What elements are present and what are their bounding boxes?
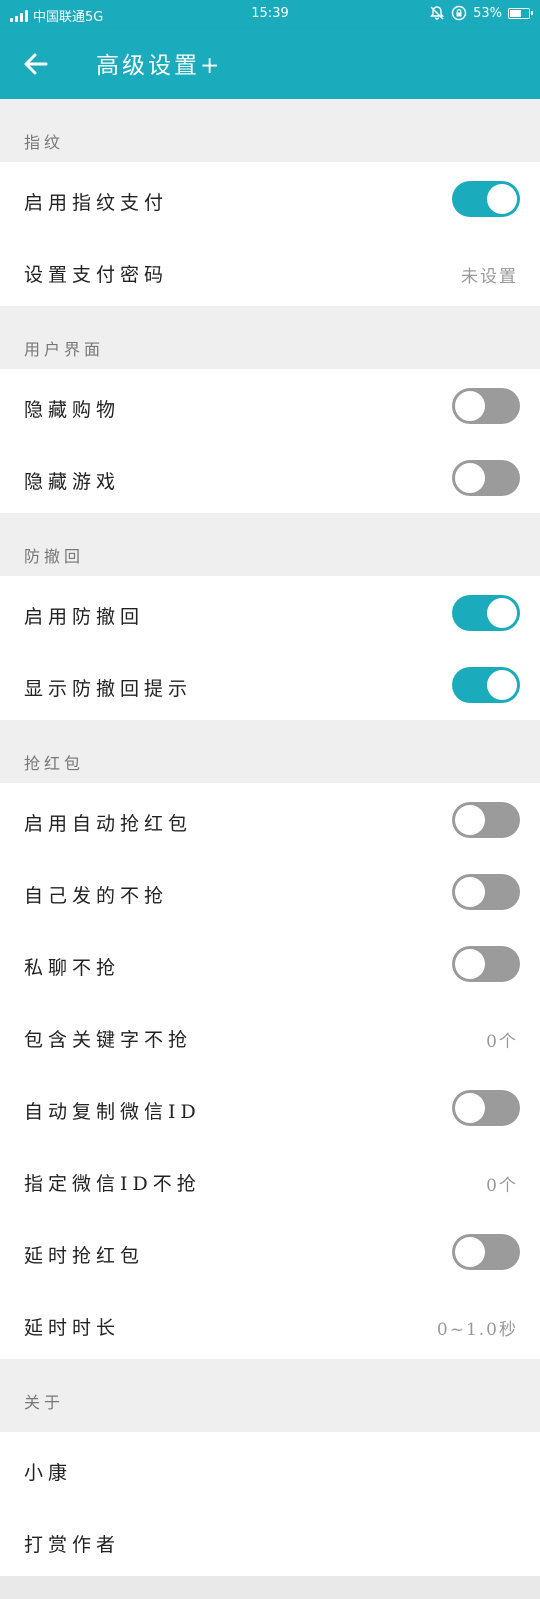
- row-delay-duration[interactable]: 延时时长 0~1.0秒: [0, 1287, 540, 1359]
- row-enable-fingerprint-pay[interactable]: 启用指纹支付: [0, 162, 540, 234]
- row-auto-grab-red-packet[interactable]: 启用自动抢红包: [0, 783, 540, 855]
- page-title: 高级设置+: [96, 53, 223, 79]
- row-label: 设置支付密码: [24, 264, 169, 286]
- row-author[interactable]: 小康: [0, 1432, 540, 1504]
- toggle-knob: [455, 877, 485, 907]
- section-header-about: 关于: [0, 1359, 540, 1422]
- toggle-knob: [487, 184, 517, 214]
- toggle-switch[interactable]: [452, 946, 520, 982]
- battery-icon: [508, 7, 533, 19]
- battery-percent: 53%: [473, 5, 502, 21]
- section-header-anti-recall: 防撤回: [0, 513, 540, 576]
- toggle-knob: [455, 391, 485, 421]
- row-label: 隐藏游戏: [24, 471, 121, 493]
- row-value: 0~1.0秒: [436, 1320, 518, 1340]
- toggle-switch[interactable]: [452, 460, 520, 496]
- toggle-knob: [487, 670, 517, 700]
- status-bar: 中国联通5G 15:39 53%: [0, 0, 540, 28]
- row-label: 包含关键字不抢: [24, 1029, 193, 1051]
- toggle-knob: [455, 949, 485, 979]
- toggle-switch[interactable]: [452, 388, 520, 424]
- toggle-switch[interactable]: [452, 874, 520, 910]
- section-header-ui: 用户界面: [0, 306, 540, 369]
- toggle-switch[interactable]: [452, 1234, 520, 1270]
- row-donate-author[interactable]: 打赏作者: [0, 1504, 540, 1576]
- toggle-knob: [487, 598, 517, 628]
- row-label: 打赏作者: [24, 1534, 121, 1556]
- toggle-switch[interactable]: [452, 802, 520, 838]
- back-button[interactable]: [16, 44, 56, 84]
- section-header-red-packet: 抢红包: [0, 720, 540, 783]
- status-right: 53%: [429, 5, 533, 21]
- row-value: 0个: [486, 1032, 518, 1052]
- row-label: 指定微信ID不抢: [24, 1173, 201, 1195]
- toggle-knob: [455, 463, 485, 493]
- row-label: 自己发的不抢: [24, 885, 169, 907]
- mute-bell-icon: [430, 6, 444, 20]
- toggle-switch[interactable]: [452, 181, 520, 217]
- row-hide-games[interactable]: 隐藏游戏: [0, 441, 540, 513]
- arrow-left-icon: [24, 53, 48, 75]
- section-title: 关于: [24, 1393, 65, 1412]
- section-title: 用户界面: [24, 340, 105, 359]
- row-delay-grab[interactable]: 延时抢红包: [0, 1215, 540, 1287]
- row-set-pay-password[interactable]: 设置支付密码 未设置: [0, 234, 540, 306]
- row-skip-wechat-ids[interactable]: 指定微信ID不抢 0个: [0, 1143, 540, 1215]
- toggle-switch[interactable]: [452, 667, 520, 703]
- row-skip-private-chat[interactable]: 私聊不抢: [0, 927, 540, 999]
- battery-level: [510, 9, 521, 17]
- toggle-switch[interactable]: [452, 595, 520, 631]
- row-label: 启用指纹支付: [24, 192, 169, 214]
- row-label: 私聊不抢: [24, 957, 121, 979]
- row-label: 显示防撤回提示: [24, 678, 193, 700]
- row-label: 启用防撤回: [24, 606, 145, 628]
- row-label: 自动复制微信ID: [24, 1101, 201, 1123]
- row-hide-shopping[interactable]: 隐藏购物: [0, 369, 540, 441]
- row-skip-keywords[interactable]: 包含关键字不抢 0个: [0, 999, 540, 1071]
- toggle-knob: [455, 1093, 485, 1123]
- bottom-spacer: [0, 1576, 540, 1599]
- section-title: 抢红包: [24, 754, 85, 773]
- toggle-knob: [455, 805, 485, 835]
- toggle-switch[interactable]: [452, 1090, 520, 1126]
- section-title: 防撤回: [24, 547, 85, 566]
- section-header-fingerprint: 指纹: [0, 99, 540, 162]
- section-title: 指纹: [24, 133, 65, 152]
- row-enable-anti-recall[interactable]: 启用防撤回: [0, 576, 540, 648]
- row-label: 小康: [24, 1462, 73, 1484]
- row-label: 延时抢红包: [24, 1245, 145, 1267]
- rotation-lock-icon: [451, 5, 467, 21]
- row-value: 未设置: [461, 267, 518, 287]
- row-label: 隐藏购物: [24, 399, 121, 421]
- row-value: 0个: [486, 1176, 518, 1196]
- app-bar: 高级设置+: [0, 28, 540, 99]
- row-skip-own-packets[interactable]: 自己发的不抢: [0, 855, 540, 927]
- toggle-knob: [455, 1237, 485, 1267]
- row-auto-copy-wechat-id[interactable]: 自动复制微信ID: [0, 1071, 540, 1143]
- row-label: 启用自动抢红包: [24, 813, 193, 835]
- row-show-anti-recall-hint[interactable]: 显示防撤回提示: [0, 648, 540, 720]
- row-label: 延时时长: [24, 1317, 121, 1339]
